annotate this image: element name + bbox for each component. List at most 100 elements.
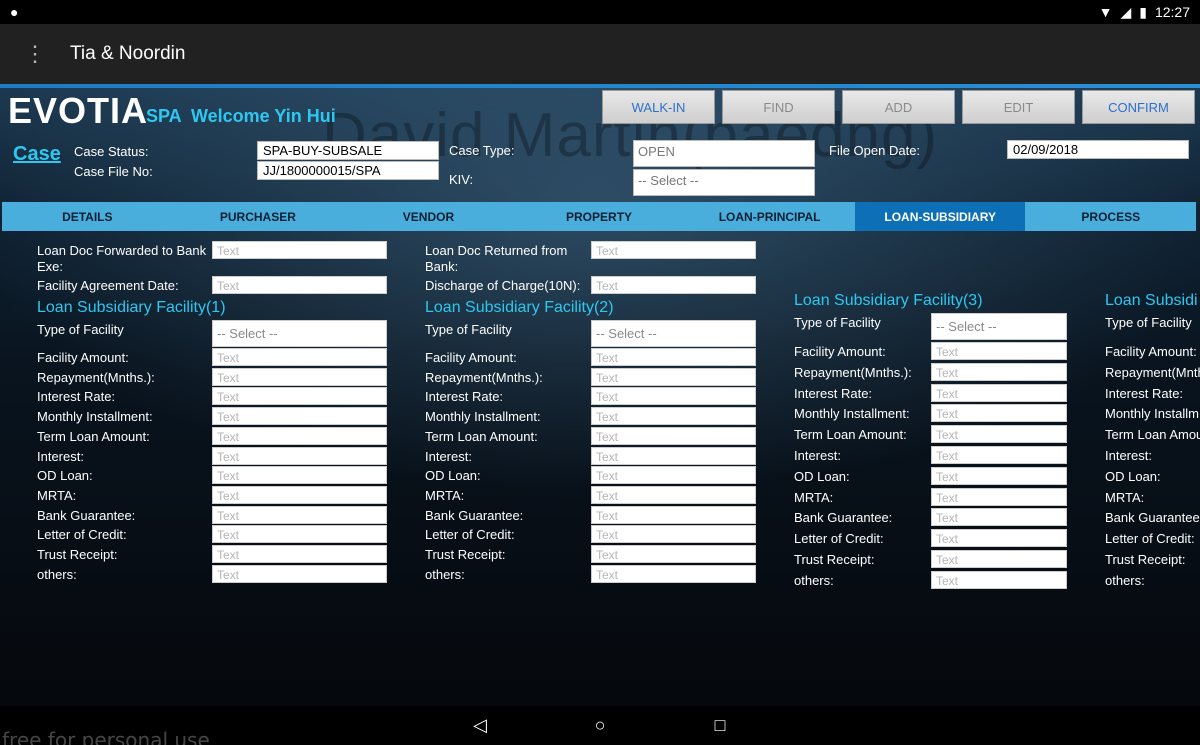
facility-2-term-loan-amount-input[interactable]: Text (591, 426, 756, 445)
facility-1-repayment-mnths-input[interactable]: Text (212, 367, 387, 386)
facility-2-trust-receipt-input[interactable]: Text (591, 545, 756, 563)
discharge-of-charge-label: Discharge of Charge(10N): (425, 278, 581, 293)
tab-loan-subsidiary[interactable]: LOAN-SUBSIDIARY (854, 202, 1026, 231)
discharge-of-charge-input[interactable]: Text (591, 276, 756, 294)
facility-4-monthly-installment-label: Monthly Installm (1105, 406, 1199, 422)
find-button[interactable]: FIND (722, 90, 835, 124)
edit-button[interactable]: EDIT (962, 90, 1075, 124)
facility-4-facility-amount-label: Facility Amount: (1105, 344, 1197, 359)
facility-3-od-loan-label: OD Loan: (794, 468, 850, 484)
facility-3-facility-amount-label: Facility Amount: (794, 344, 886, 359)
facility-2-others-input[interactable]: Text (591, 564, 756, 583)
facility-2-od-loan-input[interactable]: Text (591, 466, 756, 485)
tab-loan-principal[interactable]: LOAN-PRINCIPAL (684, 202, 855, 231)
facility-2-monthly-installment-input[interactable]: Text (591, 407, 756, 426)
doc-returned-label: Loan Doc Returned from Bank: (425, 243, 568, 274)
facility-4-title: Loan Subsidi (1105, 292, 1198, 309)
tab-process[interactable]: PROCESS (1025, 202, 1196, 231)
facility-3-repayment-mnths-label: Repayment(Mnths.): (794, 364, 912, 380)
tab-details[interactable]: DETAILS (2, 202, 173, 231)
facility-2-term-loan-amount-label: Term Loan Amount: (425, 428, 538, 444)
facility-2-type-select[interactable]: -- Select -- (591, 320, 756, 347)
doc-forwarded-label: Loan Doc Forwarded to Bank Exe: (37, 243, 207, 274)
facility-1-type-select[interactable]: -- Select -- (212, 320, 387, 347)
facility-2-repayment-mnths-input[interactable]: Text (591, 367, 756, 386)
brand-logo: EVOTIA (8, 90, 149, 131)
facility-1-others-input[interactable]: Text (212, 564, 387, 583)
facility-3-term-loan-amount-label: Term Loan Amount: (794, 427, 907, 443)
facility-1-type-label: Type of Facility (37, 322, 124, 337)
facility-1-term-loan-amount-input[interactable]: Text (212, 426, 387, 445)
keyhole-icon: ● (10, 4, 19, 20)
facility-1-interest-rate-input[interactable]: Text (212, 387, 387, 406)
facility-2-interest-label: Interest: (425, 448, 472, 464)
facility-2-type-label: Type of Facility (425, 322, 512, 337)
facility-3-facility-amount-input[interactable]: Text (931, 342, 1067, 360)
clock: 12:27 (1154, 4, 1190, 20)
add-button[interactable]: ADD (842, 90, 955, 124)
app-title: Tia & Noordin (70, 43, 186, 64)
facility-3-type-select[interactable]: -- Select -- (931, 313, 1067, 340)
facility-3-bank-guarantee-input[interactable]: Text (931, 508, 1067, 527)
doc-forwarded-input[interactable]: Text (212, 241, 387, 259)
facility-3-bank-guarantee-label: Bank Guarantee: (794, 510, 893, 526)
facility-1-bank-guarantee-input[interactable]: Text (212, 505, 387, 524)
menu-icon[interactable]: ⋮ (0, 41, 70, 67)
doc-returned-input[interactable]: Text (591, 241, 756, 259)
facility-4-repayment-mnths-label: Repayment(Mnth (1105, 364, 1200, 380)
facility-3-letter-of-credit-input[interactable]: Text (931, 529, 1067, 548)
case-type-label: Case Type: (449, 143, 515, 158)
case-type-field[interactable]: OPEN (633, 140, 815, 167)
facility-3-monthly-installment-input[interactable]: Text (931, 404, 1067, 423)
tab-purchaser[interactable]: PURCHASER (173, 202, 344, 231)
tab-property[interactable]: PROPERTY (514, 202, 685, 231)
facility-1-facility-amount-input[interactable]: Text (212, 348, 387, 366)
facility-1-od-loan-input[interactable]: Text (212, 466, 387, 485)
facility-2-letter-of-credit-input[interactable]: Text (591, 525, 756, 544)
facility-2-facility-amount-input[interactable]: Text (591, 348, 756, 366)
facility-1-monthly-installment-label: Monthly Installment: (37, 409, 153, 425)
facility-3-others-input[interactable]: Text (931, 570, 1067, 589)
facility-3-interest-input[interactable]: Text (931, 446, 1067, 464)
case-file-no-field[interactable]: JJ/1800000015/SPA (257, 161, 439, 180)
facility-2-mrta-input[interactable]: Text (591, 485, 756, 504)
facility-1-interest-input[interactable]: Text (212, 446, 387, 465)
facility-3-trust-receipt-label: Trust Receipt: (794, 552, 875, 567)
facility-1-trust-receipt-input[interactable]: Text (212, 545, 387, 563)
tab-bar: DETAILS PURCHASER VENDOR PROPERTY LOAN-P… (2, 202, 1196, 231)
facility-2-bank-guarantee-input[interactable]: Text (591, 505, 756, 524)
facility-1-letter-of-credit-input[interactable]: Text (212, 525, 387, 544)
kiv-select[interactable]: -- Select -- (633, 169, 815, 196)
facility-3-term-loan-amount-input[interactable]: Text (931, 425, 1067, 444)
file-open-date-field[interactable]: 02/09/2018 (1007, 140, 1189, 159)
recents-icon[interactable]: □ (705, 715, 735, 736)
home-icon[interactable]: ○ (585, 715, 615, 736)
facility-3-trust-receipt-input[interactable]: Text (931, 550, 1067, 568)
facility-2-interest-rate-input[interactable]: Text (591, 387, 756, 406)
facility-2-interest-rate-label: Interest Rate: (425, 389, 504, 405)
facility-2-letter-of-credit-label: Letter of Credit: (425, 527, 515, 543)
walk-in-button[interactable]: WALK-IN (602, 90, 715, 124)
facility-3-od-loan-input[interactable]: Text (931, 466, 1067, 485)
facility-1-mrta-input[interactable]: Text (212, 485, 387, 504)
facility-4-letter-of-credit-label: Letter of Credit: (1105, 531, 1195, 547)
back-icon[interactable]: ◁ (465, 715, 495, 736)
confirm-button[interactable]: CONFIRM (1082, 90, 1195, 124)
tab-vendor[interactable]: VENDOR (343, 202, 514, 231)
facility-3-title: Loan Subsidiary Facility(3) (794, 292, 983, 309)
facility-2-interest-input[interactable]: Text (591, 446, 756, 465)
facility-4-interest-label: Interest: (1105, 448, 1152, 463)
facility-1-title: Loan Subsidiary Facility(1) (37, 299, 226, 316)
facility-3-mrta-label: MRTA: (794, 489, 834, 505)
facility-4-term-loan-amount-label: Term Loan Amou (1105, 427, 1200, 443)
facility-4-type-label: Type of Facility (1105, 315, 1192, 330)
case-status-field[interactable]: SPA-BUY-SUBSALE (257, 141, 439, 160)
facility-agreement-date-input[interactable]: Text (212, 276, 387, 294)
case-file-no-label: Case File No: (74, 164, 153, 179)
facility-3-repayment-mnths-input[interactable]: Text (931, 362, 1067, 381)
facility-3-mrta-input[interactable]: Text (931, 487, 1067, 506)
app-bar: ⋮ Tia & Noordin (0, 24, 1200, 84)
facility-3-interest-rate-input[interactable]: Text (931, 383, 1067, 402)
facility-4-mrta-label: MRTA: (1105, 489, 1145, 505)
facility-1-monthly-installment-input[interactable]: Text (212, 407, 387, 426)
